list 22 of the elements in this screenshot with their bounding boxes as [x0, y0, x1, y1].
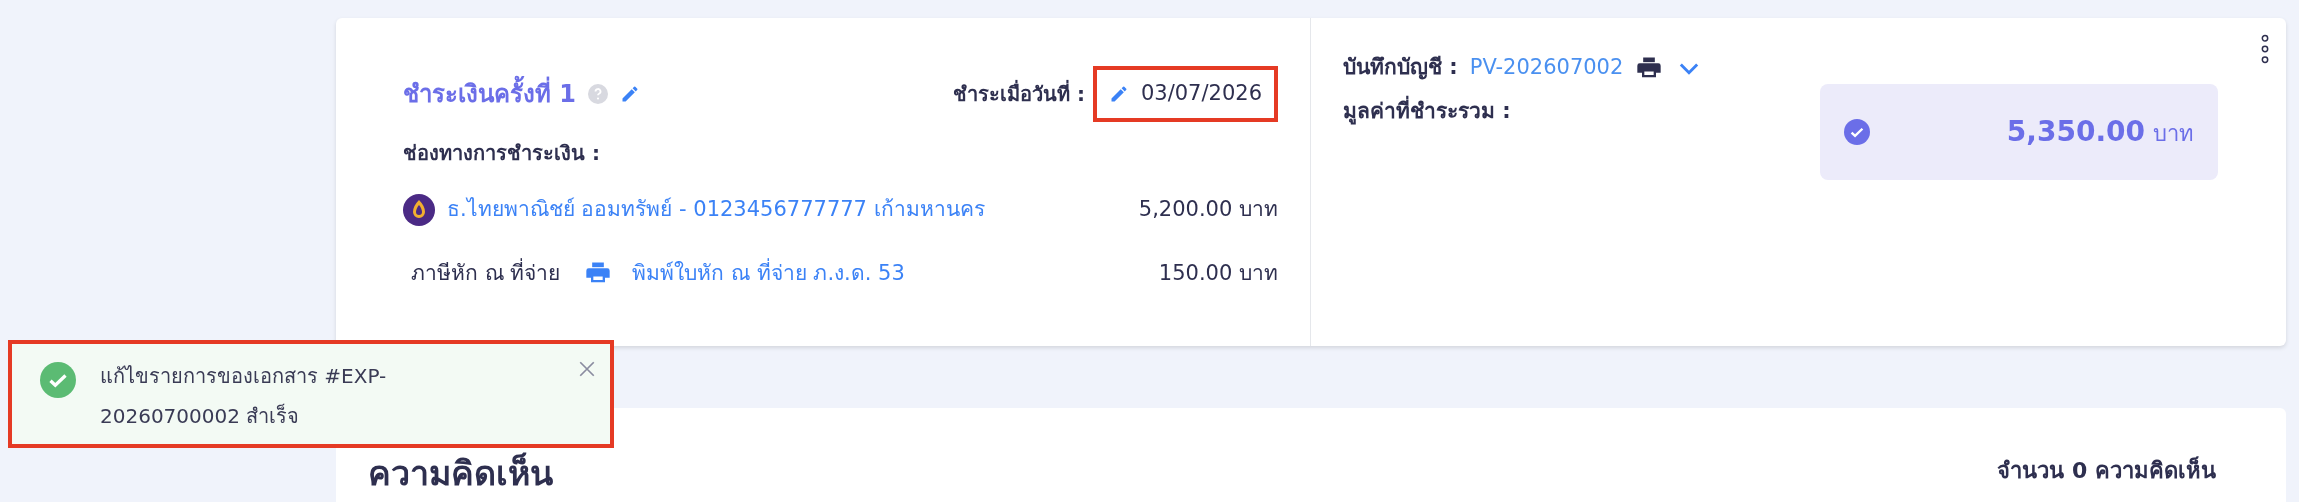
- journal-label: บันทึกบัญชี :: [1343, 54, 1458, 82]
- toast-message: แก้ไขรายการของเอกสาร #EXP-20260700002 สำเร็จ: [100, 363, 388, 430]
- bank-logo-icon: [403, 193, 435, 226]
- journal-link[interactable]: PV-202607002: [1469, 52, 1624, 84]
- check-circle-icon: [1844, 118, 1870, 145]
- close-icon[interactable]: [578, 360, 596, 378]
- total-unit: บาท: [2153, 119, 2194, 148]
- comments-title: ความคิดเห็น: [368, 451, 553, 495]
- comment-count: จำนวน 0 ความคิดเห็น: [1997, 455, 2216, 485]
- date-label: ชำระเมื่อวันที่ :: [953, 79, 1085, 108]
- bank-account-link[interactable]: ธ.ไทยพาณิชย์ ออมทรัพย์ - 0123456777777 เก้ามหานคร: [447, 193, 985, 226]
- withholding-label: ภาษีหัก ณ ที่จ่าย: [411, 257, 561, 287]
- line-amount: 150.00 บาท: [1158, 259, 1278, 287]
- line-amount: 5,200.00 บาท: [1138, 195, 1278, 223]
- print-certificate-link[interactable]: พิมพ์ใบหัก ณ ที่จ่าย ภ.ง.ด. 53: [632, 257, 905, 289]
- payment-title: ชำระเงินครั้งที่ 1: [403, 75, 577, 112]
- total-label: มูลค่าที่ชำระรวม :: [1343, 95, 1511, 127]
- check-circle-icon: [40, 362, 76, 398]
- channel-label: ช่องทางการชำระเงิน :: [403, 139, 600, 167]
- date-field[interactable]: 03/07/2026: [1092, 66, 1278, 122]
- total-amount: 5,350.00: [2006, 113, 2145, 150]
- more-options-icon[interactable]: [2260, 34, 2270, 64]
